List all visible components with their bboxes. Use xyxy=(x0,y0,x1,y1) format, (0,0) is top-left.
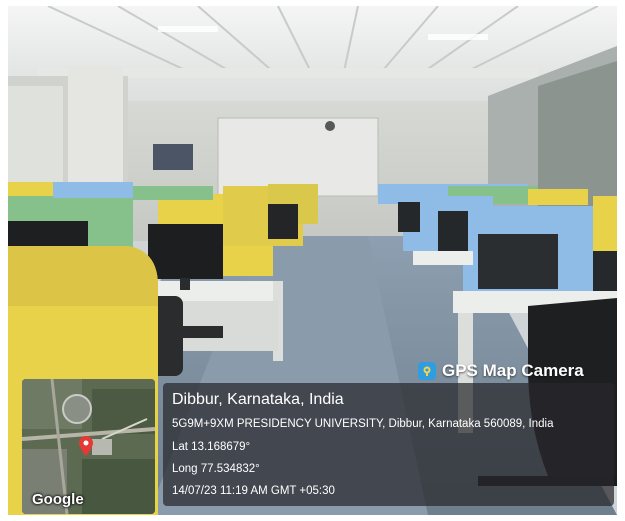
gps-map-camera-badge: GPS Map Camera xyxy=(418,358,584,384)
computer-lab-photo: GPS Map Camera Google Dibbur, Karnataka,… xyxy=(8,6,617,515)
gps-camera-app-icon xyxy=(418,362,436,380)
datetime-text: 14/07/23 11:19 AM GMT +05:30 xyxy=(172,485,335,497)
gps-info-panel: Dibbur, Karnataka, India 5G9M+9XM PRESID… xyxy=(163,383,614,506)
location-pin-icon xyxy=(79,436,93,461)
app-name: GPS Map Camera xyxy=(442,361,584,380)
longitude-text: Long 77.534832° xyxy=(172,463,260,475)
address-text: 5G9M+9XM PRESIDENCY UNIVERSITY, Dibbur, … xyxy=(172,418,554,430)
google-attribution: Google xyxy=(32,491,84,508)
location-title: Dibbur, Karnataka, India xyxy=(172,391,344,408)
map-thumbnail: Google xyxy=(22,379,155,514)
latitude-text: Lat 13.168679° xyxy=(172,441,251,453)
